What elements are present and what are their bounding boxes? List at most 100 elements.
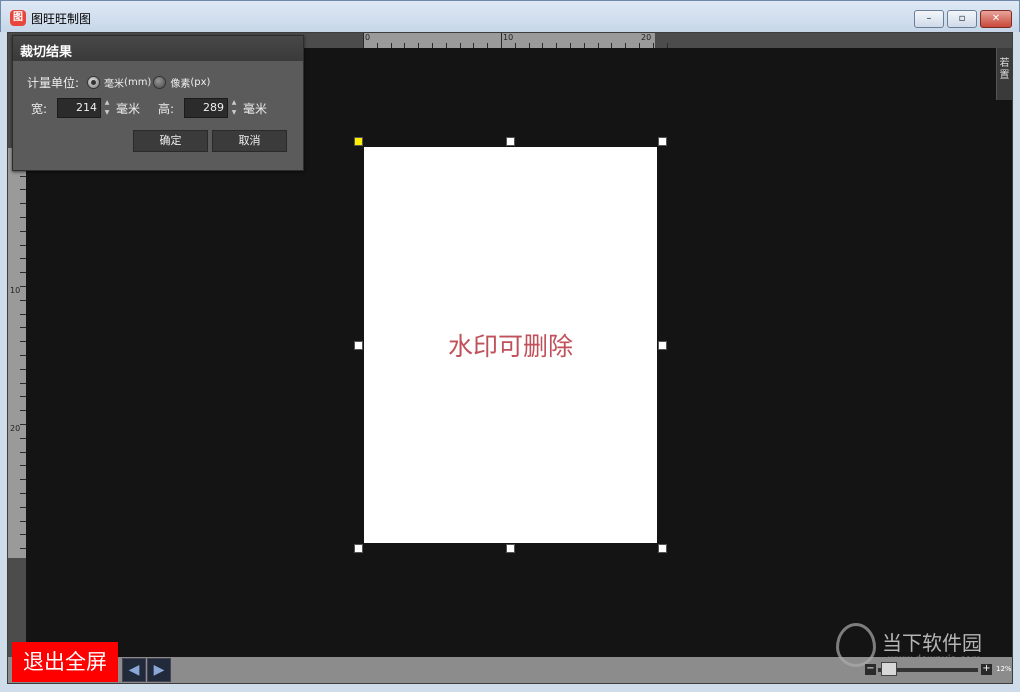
ruler-tick bbox=[20, 396, 26, 397]
crop-handle-top-right[interactable] bbox=[658, 137, 667, 146]
crop-handle-bottom[interactable] bbox=[506, 544, 515, 553]
prev-page-button[interactable]: ◀ bbox=[122, 658, 146, 682]
ruler-tick bbox=[473, 43, 474, 48]
ruler-tick bbox=[570, 43, 571, 48]
spin-down-icon[interactable]: ▼ bbox=[229, 108, 239, 118]
ruler-tick bbox=[404, 43, 405, 48]
ruler-tick bbox=[20, 548, 26, 549]
ruler-tick bbox=[515, 43, 516, 48]
side-panel-tab[interactable]: 若置 bbox=[996, 48, 1012, 100]
unit-selector: 计量单位: 毫米 (mm) 像素 (px) bbox=[27, 74, 210, 91]
ruler-tick bbox=[667, 43, 668, 48]
unit-mm-suffix: (mm) bbox=[124, 77, 152, 88]
ok-button[interactable]: 确定 bbox=[133, 130, 208, 152]
ruler-tick bbox=[20, 300, 26, 301]
ruler-tick bbox=[20, 369, 26, 370]
ruler-tick bbox=[20, 438, 26, 439]
exit-fullscreen-button[interactable]: 退出全屏 bbox=[12, 642, 118, 682]
ruler-tick bbox=[377, 43, 378, 48]
ruler-tick bbox=[20, 327, 26, 328]
ruler-tick bbox=[20, 452, 26, 453]
panel-title: 裁切结果 bbox=[13, 36, 303, 61]
unit-px-radio[interactable] bbox=[153, 76, 167, 89]
spin-up-icon[interactable]: ▲ bbox=[102, 98, 112, 108]
crop-handle-right[interactable] bbox=[658, 341, 667, 350]
ruler-tick bbox=[20, 217, 26, 218]
logo-mark-icon bbox=[836, 623, 876, 667]
crop-handle-top-left[interactable] bbox=[354, 137, 363, 146]
unit-mm-radio[interactable] bbox=[87, 76, 101, 89]
ruler-tick bbox=[501, 33, 502, 48]
ruler-tick bbox=[20, 272, 26, 273]
width-input[interactable]: 214 bbox=[57, 98, 101, 118]
ruler-tick bbox=[20, 245, 26, 246]
ruler-tick bbox=[20, 424, 26, 425]
ruler-tick bbox=[20, 479, 26, 480]
cancel-button[interactable]: 取消 bbox=[212, 130, 287, 152]
height-unit: 毫米 bbox=[243, 101, 268, 116]
crop-result-panel: 裁切结果 计量单位: 毫米 (mm) 像素 (px) 宽: 214 ▲ ▼ 毫米… bbox=[12, 35, 304, 171]
next-page-button[interactable]: ▶ bbox=[147, 658, 171, 682]
zoom-slider-handle[interactable] bbox=[881, 662, 897, 676]
ruler-tick bbox=[20, 521, 26, 522]
ruler-tick bbox=[639, 43, 640, 48]
ruler-tick bbox=[418, 43, 419, 48]
crop-handle-top[interactable] bbox=[506, 137, 515, 146]
unit-px-suffix: (px) bbox=[190, 77, 211, 88]
ruler-tick bbox=[487, 43, 488, 48]
watermark-text: 水印可删除 bbox=[447, 332, 573, 361]
maximize-button[interactable]: ▫ bbox=[947, 10, 977, 28]
unit-mm-label[interactable]: 毫米 bbox=[104, 75, 124, 90]
crop-handle-bottom-right[interactable] bbox=[658, 544, 667, 553]
ruler-tick bbox=[446, 43, 447, 48]
crop-handle-bottom-left[interactable] bbox=[354, 544, 363, 553]
ruler-tick bbox=[20, 203, 26, 204]
width-unit: 毫米 bbox=[116, 101, 141, 116]
title-bar: 图 图旺旺制图 – ▫ ✕ bbox=[0, 0, 1020, 32]
unit-label: 计量单位: bbox=[27, 76, 80, 90]
ruler-tick bbox=[432, 43, 433, 48]
ruler-tick bbox=[20, 341, 26, 342]
ruler-tick bbox=[20, 383, 26, 384]
window-title: 图旺旺制图 bbox=[31, 12, 92, 26]
ruler-tick bbox=[20, 410, 26, 411]
width-stepper[interactable]: ▲ ▼ bbox=[102, 98, 112, 118]
crop-handle-left[interactable] bbox=[354, 341, 363, 350]
zoom-in-button[interactable]: + bbox=[981, 664, 992, 675]
zoom-level: 12% bbox=[996, 665, 1012, 673]
ruler-tick bbox=[529, 43, 530, 48]
ruler-tick bbox=[20, 189, 26, 190]
ruler-tick bbox=[20, 493, 26, 494]
ruler-tick bbox=[363, 33, 364, 48]
ruler-tick bbox=[20, 507, 26, 508]
spin-down-icon[interactable]: ▼ bbox=[102, 108, 112, 118]
close-button[interactable]: ✕ bbox=[980, 10, 1012, 28]
height-stepper[interactable]: ▲ ▼ bbox=[229, 98, 239, 118]
ruler-tick bbox=[542, 43, 543, 48]
ruler-tick bbox=[625, 43, 626, 48]
ruler-label: 20 bbox=[641, 33, 652, 42]
ruler-tick bbox=[20, 534, 26, 535]
minimize-button[interactable]: – bbox=[914, 10, 944, 28]
ruler-tick bbox=[653, 43, 654, 48]
ruler-tick bbox=[20, 258, 26, 259]
height-input[interactable]: 289 bbox=[184, 98, 229, 118]
ruler-tick bbox=[391, 43, 392, 48]
ruler-tick bbox=[611, 43, 612, 48]
unit-px-label[interactable]: 像素 bbox=[170, 75, 190, 90]
height-label: 高: bbox=[158, 101, 175, 116]
logo-name: 当下软件园 bbox=[882, 631, 982, 655]
canvas-page[interactable]: 水印可删除 bbox=[364, 147, 657, 543]
ruler-tick bbox=[598, 43, 599, 48]
ruler-tick bbox=[460, 43, 461, 48]
ruler-tick bbox=[556, 43, 557, 48]
ruler-tick bbox=[20, 176, 26, 177]
zoom-out-button[interactable]: − bbox=[865, 664, 876, 675]
ruler-tick bbox=[20, 465, 26, 466]
ruler-tick bbox=[20, 314, 26, 315]
ruler-tick bbox=[20, 355, 26, 356]
ruler-label: 20 bbox=[10, 424, 21, 433]
ruler-tick bbox=[20, 231, 26, 232]
ruler-label: 10 bbox=[503, 33, 514, 42]
spin-up-icon[interactable]: ▲ bbox=[229, 98, 239, 108]
